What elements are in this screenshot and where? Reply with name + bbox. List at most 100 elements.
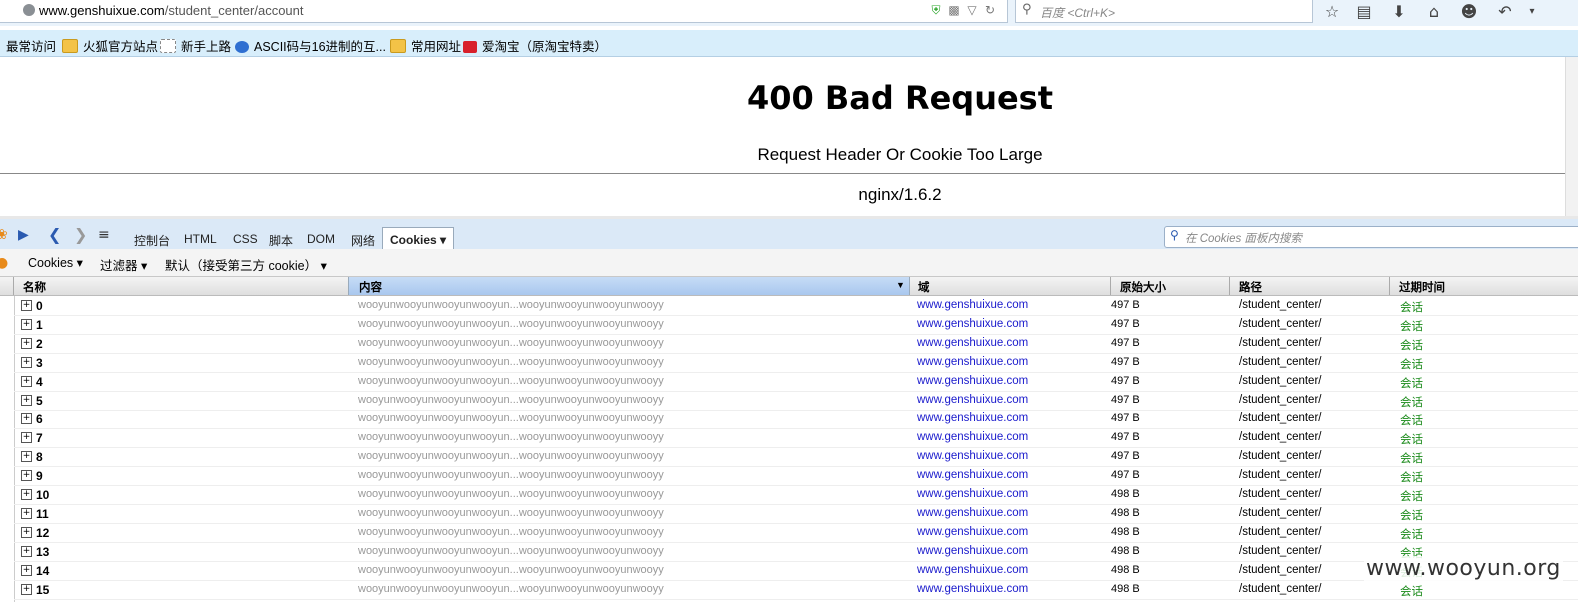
cookie-domain[interactable]: www.genshuixue.com (917, 507, 1028, 519)
table-row[interactable]: +8 wooyunwooyunwooyunwooyun...wooyunwooyu… (14, 447, 1578, 468)
cookie-domain[interactable]: www.genshuixue.com (917, 356, 1028, 368)
table-row[interactable]: +2 wooyunwooyunwooyunwooyun...wooyunwooyu… (14, 334, 1578, 354)
bookmark-common-sites[interactable]: 常用网址 (390, 36, 461, 55)
expand-toggle-icon[interactable]: + (21, 526, 32, 538)
command-line-icon[interactable]: ≡ (98, 227, 110, 243)
column-divider[interactable] (1110, 277, 1111, 295)
home-icon[interactable]: ⌂ (1422, 1, 1446, 23)
url-text[interactable]: www.genshuixue.com/student_center/accoun… (39, 3, 304, 18)
page-scrollbar[interactable] (1565, 57, 1578, 217)
column-name[interactable]: 名称 (23, 279, 46, 295)
download-icon[interactable]: ⬇ (1387, 1, 1411, 23)
tab-script[interactable]: 脚本 (269, 232, 293, 249)
column-divider[interactable] (1389, 277, 1390, 295)
tab-html[interactable]: HTML (184, 232, 217, 246)
table-row[interactable]: +0 wooyunwooyunwooyunwooyun...wooyunwooyu… (14, 296, 1578, 316)
bookmark-firefox-site[interactable]: 火狐官方站点 (62, 36, 158, 55)
expand-toggle-icon[interactable]: + (21, 337, 32, 349)
cookie-domain[interactable]: www.genshuixue.com (917, 564, 1028, 576)
column-value[interactable]: 内容 (359, 279, 382, 295)
table-row[interactable]: +10 wooyunwooyunwooyunwooyun...wooyunwooy… (14, 485, 1578, 505)
cookie-domain[interactable]: www.genshuixue.com (917, 375, 1028, 387)
cookie-domain[interactable]: www.genshuixue.com (917, 299, 1028, 311)
cookie-domain[interactable]: www.genshuixue.com (917, 450, 1028, 462)
table-row[interactable]: +13 wooyunwooyunwooyunwooyun...wooyunwooy… (14, 542, 1578, 562)
bookmark-star-icon[interactable]: ☆ (1320, 1, 1344, 23)
expand-toggle-icon[interactable]: + (21, 394, 32, 406)
expand-toggle-icon[interactable]: + (21, 413, 32, 425)
qr-code-icon[interactable]: ▩ (945, 3, 963, 17)
table-row[interactable]: +12 wooyunwooyunwooyunwooyun...wooyunwooy… (14, 523, 1578, 543)
firebug-icon[interactable]: ❀ (0, 227, 8, 243)
cookie-expires: 会话 (1400, 396, 1423, 409)
cookie-value: wooyunwooyunwooyunwooyun...wooyunwooyunw… (358, 412, 664, 425)
table-row[interactable]: +15 wooyunwooyunwooyunwooyun...wooyunwooy… (14, 580, 1578, 600)
table-row[interactable]: +14 wooyunwooyunwooyunwooyun...wooyunwooy… (14, 561, 1578, 581)
tab-css[interactable]: CSS (233, 232, 258, 246)
column-raw-size[interactable]: 原始大小 (1120, 279, 1166, 295)
expand-toggle-icon[interactable]: + (21, 375, 32, 387)
tab-net[interactable]: 网络 (351, 232, 375, 249)
table-row[interactable]: +6 wooyunwooyunwooyunwooyun...wooyunwooyu… (14, 409, 1578, 430)
table-row[interactable]: +5 wooyunwooyunwooyunwooyun...wooyunwooyu… (14, 391, 1578, 411)
table-row[interactable]: +4 wooyunwooyunwooyunwooyun...wooyunwooyu… (14, 372, 1578, 392)
cookie-domain[interactable]: www.genshuixue.com (917, 412, 1028, 424)
expand-toggle-icon[interactable]: + (21, 318, 32, 330)
table-row[interactable]: +7 wooyunwooyunwooyunwooyun...wooyunwooyu… (14, 428, 1578, 449)
expand-toggle-icon[interactable]: + (21, 356, 32, 368)
column-path[interactable]: 路径 (1239, 279, 1262, 295)
default-policy-menu[interactable]: 默认（接受第三方 cookie） ▾ (165, 255, 327, 274)
expand-toggle-icon[interactable]: + (21, 564, 32, 576)
cookies-menu[interactable]: Cookies ▾ (28, 255, 83, 270)
table-row[interactable]: +3 wooyunwooyunwooyunwooyun...wooyunwooyu… (14, 353, 1578, 373)
bookmark-most-visited[interactable]: 最常访问 (6, 36, 56, 55)
cookie-domain[interactable]: www.genshuixue.com (917, 469, 1028, 481)
expand-toggle-icon[interactable]: + (21, 583, 32, 595)
expand-toggle-icon[interactable]: + (21, 432, 32, 444)
column-divider[interactable] (13, 277, 14, 295)
overflow-menu-icon[interactable]: ▾ (1520, 1, 1544, 23)
page-title: 400 Bad Request (746, 79, 1054, 117)
bookmark-getting-started[interactable]: 新手上路 (160, 36, 231, 55)
site-identity-icon[interactable] (23, 4, 35, 16)
cookie-domain[interactable]: www.genshuixue.com (917, 526, 1028, 538)
expand-toggle-icon[interactable]: + (21, 451, 32, 463)
smiley-icon[interactable]: ☻ (1457, 1, 1481, 23)
tab-dom[interactable]: DOM (307, 232, 335, 246)
column-expires[interactable]: 过期时间 (1399, 279, 1445, 295)
inspect-icon[interactable]: ▶ (18, 227, 29, 243)
cookie-domain[interactable]: www.genshuixue.com (917, 545, 1028, 557)
cookie-domain[interactable]: www.genshuixue.com (917, 583, 1028, 595)
expand-toggle-icon[interactable]: + (21, 489, 32, 500)
shield-icon[interactable]: ⛨ (927, 3, 945, 18)
cookie-domain[interactable]: www.genshuixue.com (917, 431, 1028, 443)
expand-toggle-icon[interactable]: + (21, 545, 32, 557)
cookies-search-input[interactable]: ⚲ 在 Cookies 面板内搜索 (1164, 226, 1578, 248)
bookmark-ascii-hex[interactable]: ASCII码与16进制的互... (235, 36, 386, 55)
cookie-domain[interactable]: www.genshuixue.com (917, 488, 1028, 500)
back-arrow-icon[interactable]: ❮ (48, 225, 61, 244)
cookie-domain[interactable]: www.genshuixue.com (917, 337, 1028, 349)
expand-toggle-icon[interactable]: + (21, 470, 32, 482)
column-domain[interactable]: 域 (918, 279, 930, 295)
table-row[interactable]: +11 wooyunwooyunwooyunwooyun...wooyunwooy… (14, 504, 1578, 524)
table-row[interactable]: +9 wooyunwooyunwooyunwooyun...wooyunwooyu… (14, 466, 1578, 487)
bookmark-aitaobao[interactable]: 爱淘宝（原淘宝特卖） (463, 36, 607, 55)
search-box[interactable]: ⚲ 百度 <Ctrl+K> (1015, 0, 1313, 23)
column-divider[interactable] (1229, 277, 1230, 295)
table-row[interactable]: +1 wooyunwooyunwooyunwooyun...wooyunwooyu… (14, 315, 1578, 335)
filter-menu[interactable]: 过滤器 ▾ (100, 255, 147, 274)
cookie-expires: 会话 (1400, 528, 1423, 541)
dropdown-arrow-icon[interactable]: ▽ (963, 3, 981, 17)
bookmarks-menu-icon[interactable]: ▤ (1352, 1, 1376, 23)
expand-toggle-icon[interactable]: + (21, 507, 32, 519)
undo-icon[interactable]: ↶ (1493, 1, 1517, 23)
cookie-domain[interactable]: www.genshuixue.com (917, 318, 1028, 330)
cookie-domain[interactable]: www.genshuixue.com (917, 394, 1028, 406)
forward-arrow-icon[interactable]: ❯ (74, 225, 87, 244)
tab-cookies[interactable]: Cookies ▾ (382, 227, 455, 249)
reload-icon[interactable]: ↻ (981, 3, 999, 17)
tab-console[interactable]: 控制台 (134, 232, 170, 249)
expand-toggle-icon[interactable]: + (21, 300, 32, 311)
url-bar[interactable]: www.genshuixue.com/student_center/accoun… (0, 0, 1008, 23)
